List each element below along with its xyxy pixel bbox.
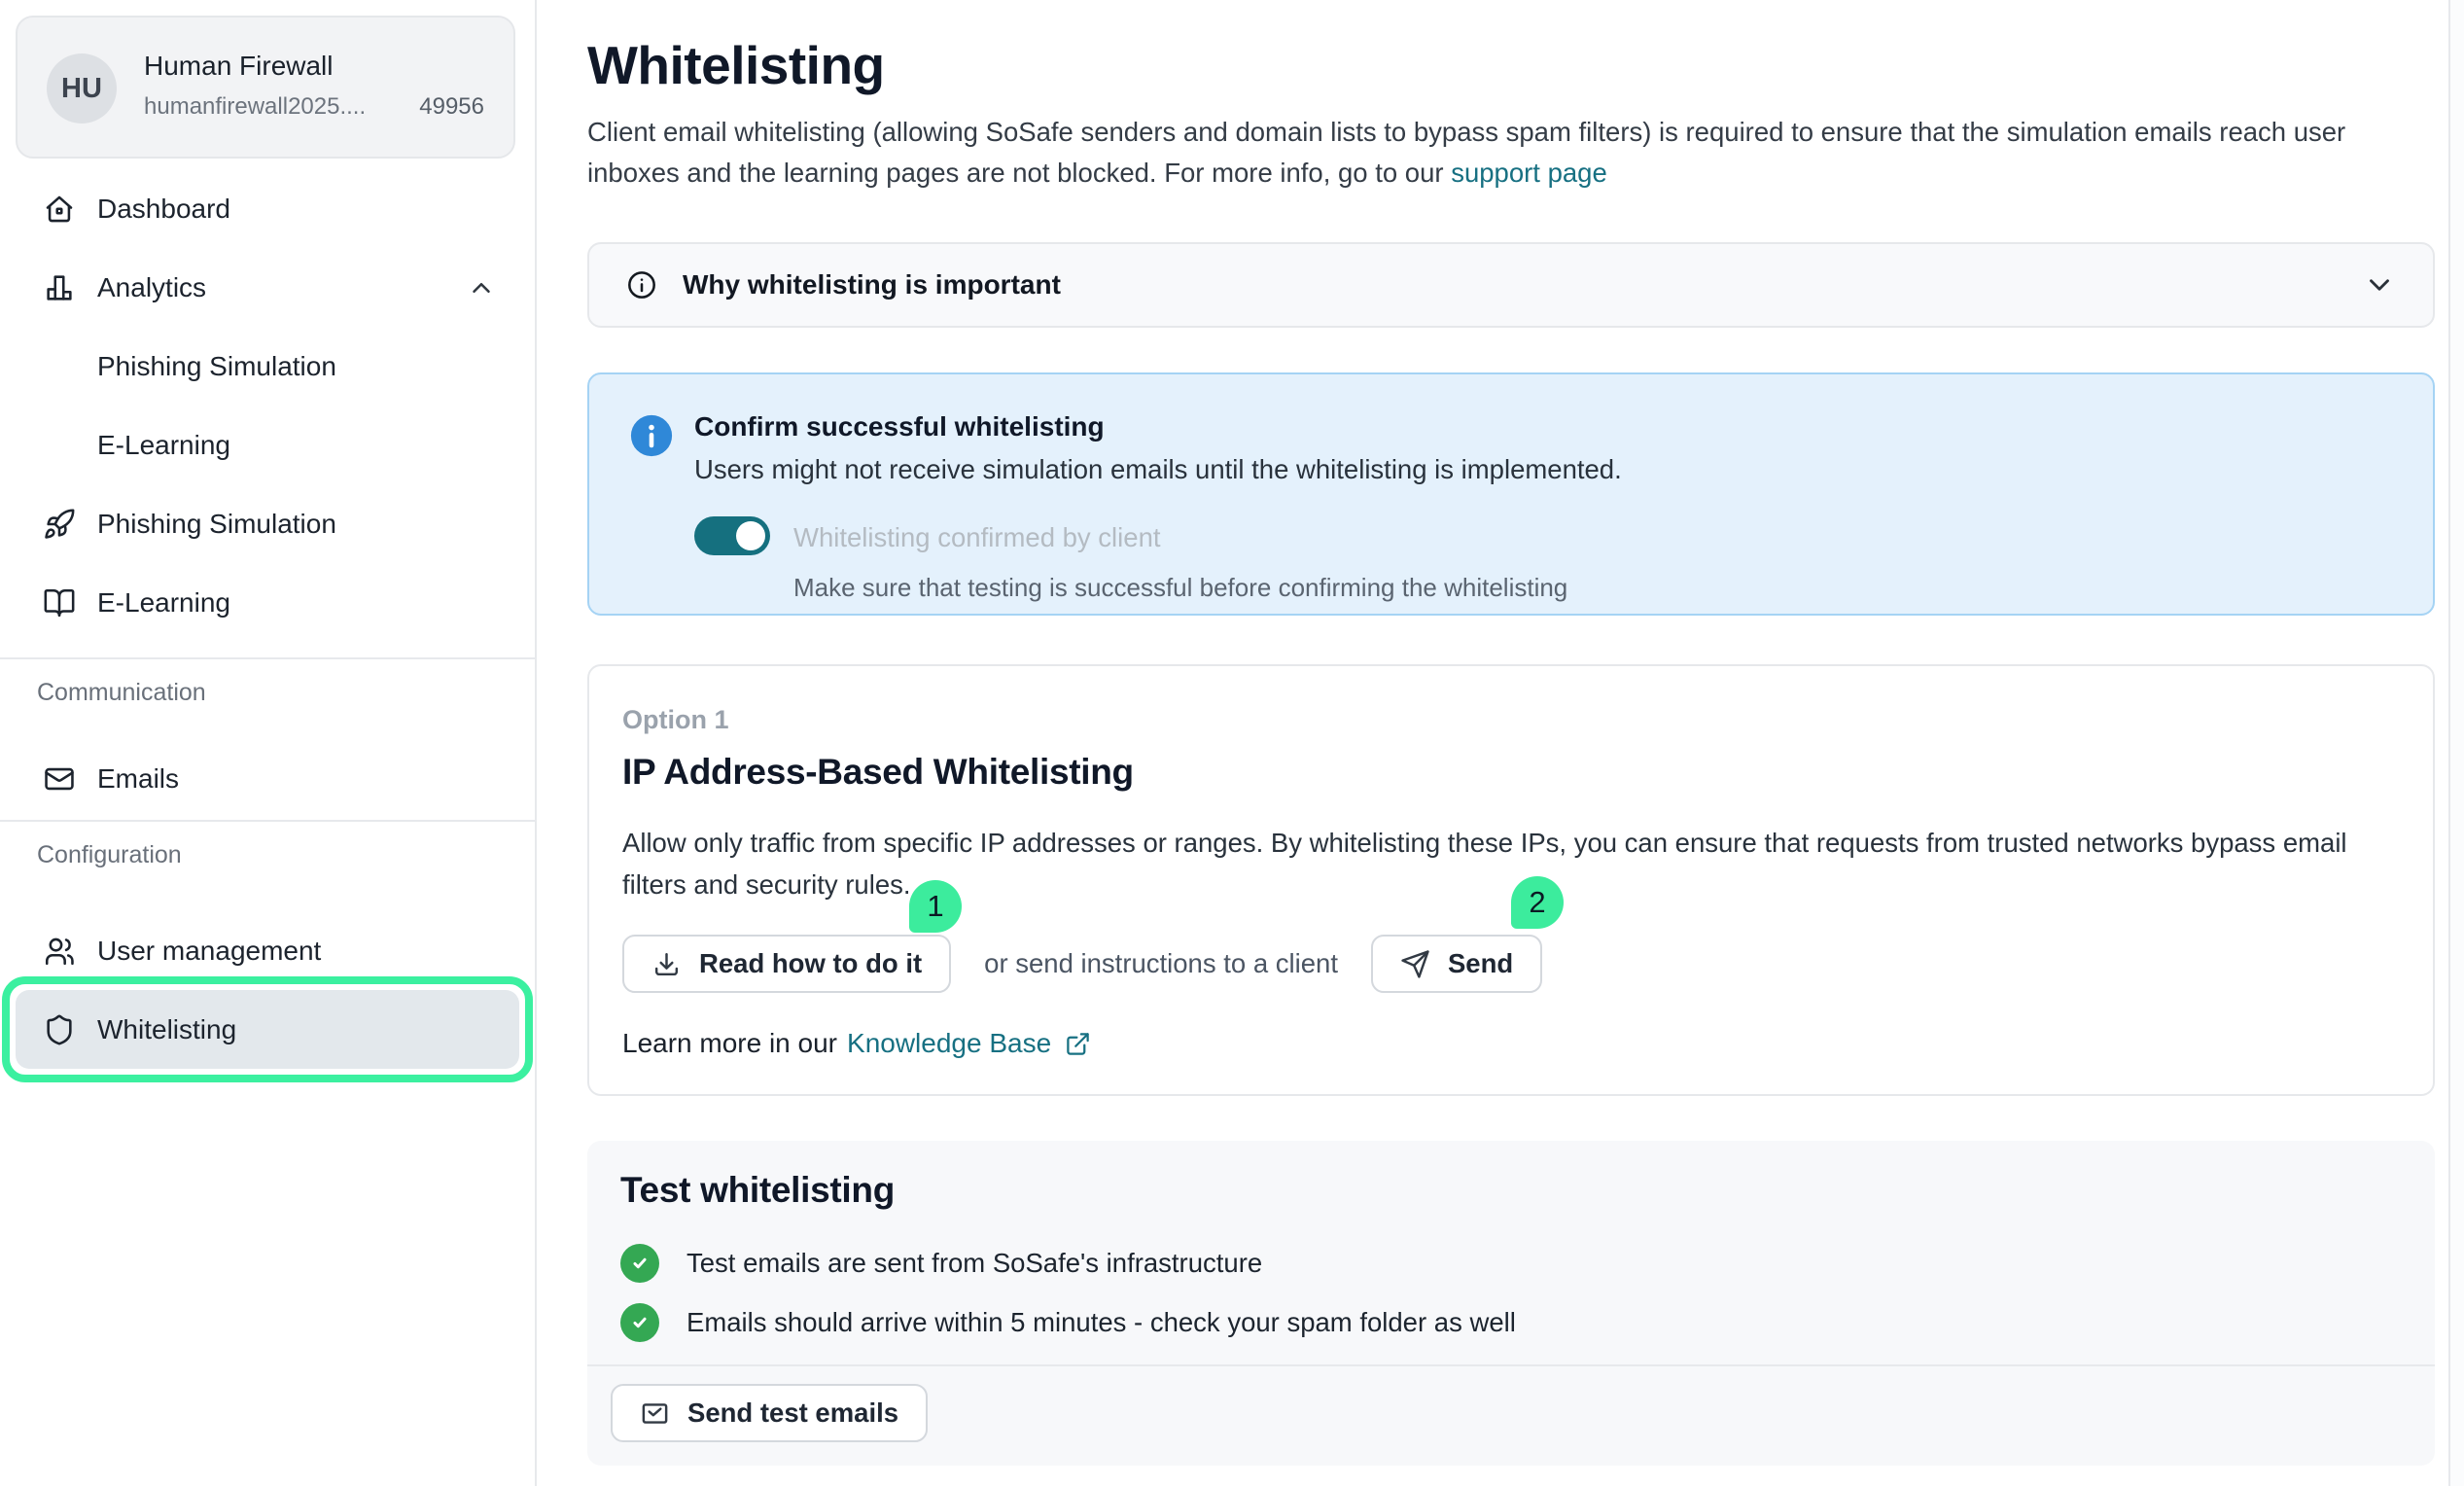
test-check-item: Emails should arrive within 5 minutes - … <box>620 1303 1516 1342</box>
test-check-text: Test emails are sent from SoSafe's infra… <box>686 1248 1262 1279</box>
send-button-label: Send <box>1448 948 1513 979</box>
whitelisting-confirmed-toggle[interactable] <box>694 516 770 555</box>
test-whitelisting-card: Test whitelisting Test emails are sent f… <box>587 1141 2435 1466</box>
toggle-knob <box>736 521 765 550</box>
divider <box>587 1364 2435 1366</box>
account-card[interactable]: HU Human Firewall humanfirewall2025.... … <box>16 16 515 159</box>
test-whitelisting-title: Test whitelisting <box>620 1170 895 1211</box>
sidebar-section-communication: Communication <box>0 673 535 712</box>
why-whitelisting-accordion[interactable]: Why whitelisting is important <box>587 242 2435 328</box>
sidebar-item-whitelisting[interactable]: Whitelisting <box>16 990 519 1069</box>
option1-kicker: Option 1 <box>622 705 729 735</box>
sidebar-section-configuration: Configuration <box>0 835 535 874</box>
test-check-item: Test emails are sent from SoSafe's infra… <box>620 1244 1262 1283</box>
toggle-label: Whitelisting confirmed by client <box>793 522 1161 553</box>
vertical-scrollbar[interactable] <box>2448 0 2464 1486</box>
chevron-down-icon[interactable] <box>2363 268 2396 301</box>
send-button[interactable]: Send <box>1371 935 1542 993</box>
check-circle-icon <box>620 1303 659 1342</box>
info-filled-icon <box>629 413 674 458</box>
accordion-title: Why whitelisting is important <box>683 269 1061 301</box>
notice-title: Confirm successful whitelisting <box>694 411 1105 442</box>
info-icon <box>626 269 657 301</box>
sidebar-item-label: Emails <box>97 763 179 795</box>
main-content: Whitelisting Client email whitelisting (… <box>587 0 2435 1466</box>
sidebar-item-label: Phishing Simulation <box>97 509 336 540</box>
mail-check-icon <box>640 1398 670 1429</box>
sidebar-item-elearning[interactable]: E-Learning <box>0 563 535 642</box>
sidebar-item-label: Dashboard <box>97 194 230 225</box>
chevron-up-icon[interactable] <box>467 273 496 302</box>
option1-card: Option 1 IP Address-Based Whitelisting A… <box>587 664 2435 1096</box>
notice-body: Users might not receive simulation email… <box>694 454 1622 485</box>
intro-paragraph: Client email whitelisting (allowing SoSa… <box>587 112 2435 194</box>
sidebar-item-label: User management <box>97 936 321 967</box>
sidebar-item-analytics[interactable]: Analytics <box>0 248 535 327</box>
annotation-badge-1: 1 <box>909 880 962 933</box>
sidebar-divider <box>0 820 535 822</box>
avatar-initials: HU <box>61 73 102 105</box>
send-test-emails-button[interactable]: Send test emails <box>611 1384 928 1442</box>
check-circle-icon <box>620 1244 659 1283</box>
sidebar-item-analytics-elearning[interactable]: E-Learning <box>0 406 535 484</box>
account-domain: humanfirewall2025.... <box>144 93 366 121</box>
toggle-hint: Make sure that testing is successful bef… <box>793 573 1567 603</box>
download-icon <box>651 949 682 979</box>
sidebar-item-phishing-simulation[interactable]: Phishing Simulation <box>0 484 535 563</box>
or-send-instructions-text: or send instructions to a client <box>984 948 1338 979</box>
shield-icon <box>43 1013 76 1046</box>
annotation-badge-2: 2 <box>1511 876 1564 929</box>
read-button-label: Read how to do it <box>699 948 922 979</box>
sidebar-item-label: Analytics <box>97 272 206 303</box>
sidebar-item-dashboard[interactable]: Dashboard <box>0 169 535 248</box>
test-check-text: Emails should arrive within 5 minutes - … <box>686 1307 1516 1338</box>
mail-icon <box>43 762 76 796</box>
sidebar-item-label: E-Learning <box>97 587 230 619</box>
send-plane-icon <box>1400 949 1430 979</box>
sidebar-item-user-management[interactable]: User management <box>0 911 535 990</box>
sidebar-item-label: Whitelisting <box>97 1014 236 1045</box>
home-icon <box>43 193 76 226</box>
sidebar: HU Human Firewall humanfirewall2025.... … <box>0 0 537 1486</box>
sidebar-divider <box>0 657 535 659</box>
confirm-whitelisting-notice: Confirm successful whitelisting Users mi… <box>587 372 2435 616</box>
send-test-emails-label: Send test emails <box>687 1398 898 1429</box>
option1-actions: Read how to do it or send instructions t… <box>622 935 1542 993</box>
page-title: Whitelisting <box>587 35 2435 96</box>
sidebar-item-label: Phishing Simulation <box>97 351 336 382</box>
learn-more-text: Learn more in our <box>622 1028 837 1059</box>
read-how-to-do-it-button[interactable]: Read how to do it <box>622 935 951 993</box>
sidebar-item-analytics-phishing-simulation[interactable]: Phishing Simulation <box>0 327 535 406</box>
account-name: Human Firewall <box>144 51 334 82</box>
book-open-icon <box>43 586 76 619</box>
option1-body: Allow only traffic from specific IP addr… <box>622 822 2373 905</box>
bar-chart-icon <box>43 271 76 304</box>
learn-more-line: Learn more in our Knowledge Base <box>622 1028 1091 1059</box>
avatar: HU <box>47 53 117 124</box>
account-id: 49956 <box>419 93 484 121</box>
sidebar-nav: Dashboard Analytics Phishing Simulation … <box>0 169 535 1069</box>
rocket-icon <box>43 508 76 541</box>
users-icon <box>43 935 76 968</box>
external-link-icon[interactable] <box>1065 1031 1091 1057</box>
option1-title: IP Address-Based Whitelisting <box>622 752 1134 793</box>
sidebar-item-label: E-Learning <box>97 430 230 461</box>
knowledge-base-link[interactable]: Knowledge Base <box>847 1028 1051 1059</box>
sidebar-item-emails[interactable]: Emails <box>0 739 535 818</box>
support-page-link[interactable]: support page <box>1451 158 1607 188</box>
